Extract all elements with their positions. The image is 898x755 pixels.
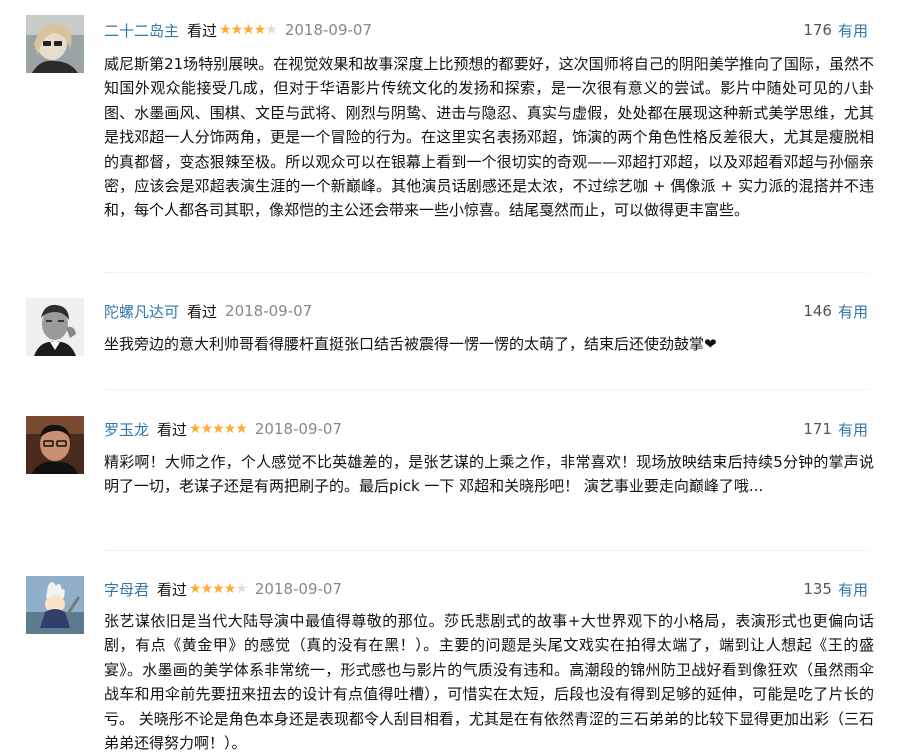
watch-status: 看过 xyxy=(187,302,218,321)
watch-status: 看过 xyxy=(157,420,188,439)
star-filled-icon: ★ xyxy=(200,581,214,597)
star-filled-icon: ★ xyxy=(212,581,225,597)
useful-button[interactable]: 有用 xyxy=(838,419,868,440)
useful-button[interactable]: 有用 xyxy=(838,579,868,600)
watch-status: 看过 xyxy=(157,580,188,599)
avatar[interactable] xyxy=(26,298,84,356)
star-filled-icon: ★ xyxy=(200,421,214,437)
star-filled-icon: ★ xyxy=(253,22,267,38)
comment-header: 字母君 看过 ★★★★★ 2018-09-07 135 有用 xyxy=(104,578,868,600)
watch-status: 看过 xyxy=(187,21,218,40)
comment-date: 2018-09-07 xyxy=(225,302,313,320)
username-link[interactable]: 陀螺凡达可 xyxy=(104,301,179,322)
rating-stars: ★★★★★ xyxy=(189,421,248,437)
comment-date: 2018-09-07 xyxy=(284,21,373,39)
divider xyxy=(104,272,868,273)
comment-text: 精彩啊！大师之作，个人感觉不比英雄差的，是张艺谋的上乘之作，非常喜欢！现场放映结… xyxy=(104,453,874,496)
avatar[interactable] xyxy=(26,576,84,634)
vote-count: 146 xyxy=(803,302,832,320)
comment-date: 2018-09-07 xyxy=(254,580,343,598)
avatar[interactable] xyxy=(26,15,84,73)
username-link[interactable]: 罗玉龙 xyxy=(104,419,149,440)
star-filled-icon: ★ xyxy=(219,22,232,38)
star-filled-icon: ★ xyxy=(230,22,244,38)
comment-date: 2018-09-07 xyxy=(254,420,343,438)
star-filled-icon: ★ xyxy=(235,421,248,437)
useful-button[interactable]: 有用 xyxy=(838,301,868,322)
comment-header: 二十二岛主 看过 ★★★★★ 2018-09-07 176 有用 xyxy=(104,19,868,41)
star-empty-icon: ★ xyxy=(265,22,278,38)
avatar[interactable] xyxy=(26,416,84,474)
rating-stars: ★★★★★ xyxy=(219,22,278,38)
comment-text: 威尼斯第21场特别展映。在视觉效果和故事深度上比预想的都要好，这次国师将自己的阴… xyxy=(104,55,874,220)
comment-header: 陀螺凡达可 看过 2018-09-07 146 有用 xyxy=(104,300,868,322)
username-link[interactable]: 字母君 xyxy=(104,579,149,600)
vote-count: 171 xyxy=(803,420,832,438)
star-filled-icon: ★ xyxy=(212,421,225,437)
divider xyxy=(104,389,868,390)
comment-header: 罗玉龙 看过 ★★★★★ 2018-09-07 171 有用 xyxy=(104,418,868,440)
username-link[interactable]: 二十二岛主 xyxy=(104,20,179,41)
star-filled-icon: ★ xyxy=(242,22,255,38)
star-filled-icon: ★ xyxy=(189,421,202,437)
star-empty-icon: ★ xyxy=(235,581,248,597)
vote-count: 176 xyxy=(803,21,832,39)
comment-text: 坐我旁边的意大利帅哥看得腰杆直挺张口结舌被震得一愣一愣的太萌了，结束后还使劲鼓掌… xyxy=(104,335,717,353)
vote-count: 135 xyxy=(803,580,832,598)
useful-button[interactable]: 有用 xyxy=(838,20,868,41)
divider xyxy=(104,550,868,551)
star-filled-icon: ★ xyxy=(189,581,202,597)
rating-stars: ★★★★★ xyxy=(189,581,248,597)
comment-text: 张艺谋依旧是当代大陆导演中最值得尊敬的那位。莎氏悲剧式的故事+大世界观下的小格局… xyxy=(104,612,874,753)
star-filled-icon: ★ xyxy=(223,421,237,437)
star-filled-icon: ★ xyxy=(223,581,237,597)
